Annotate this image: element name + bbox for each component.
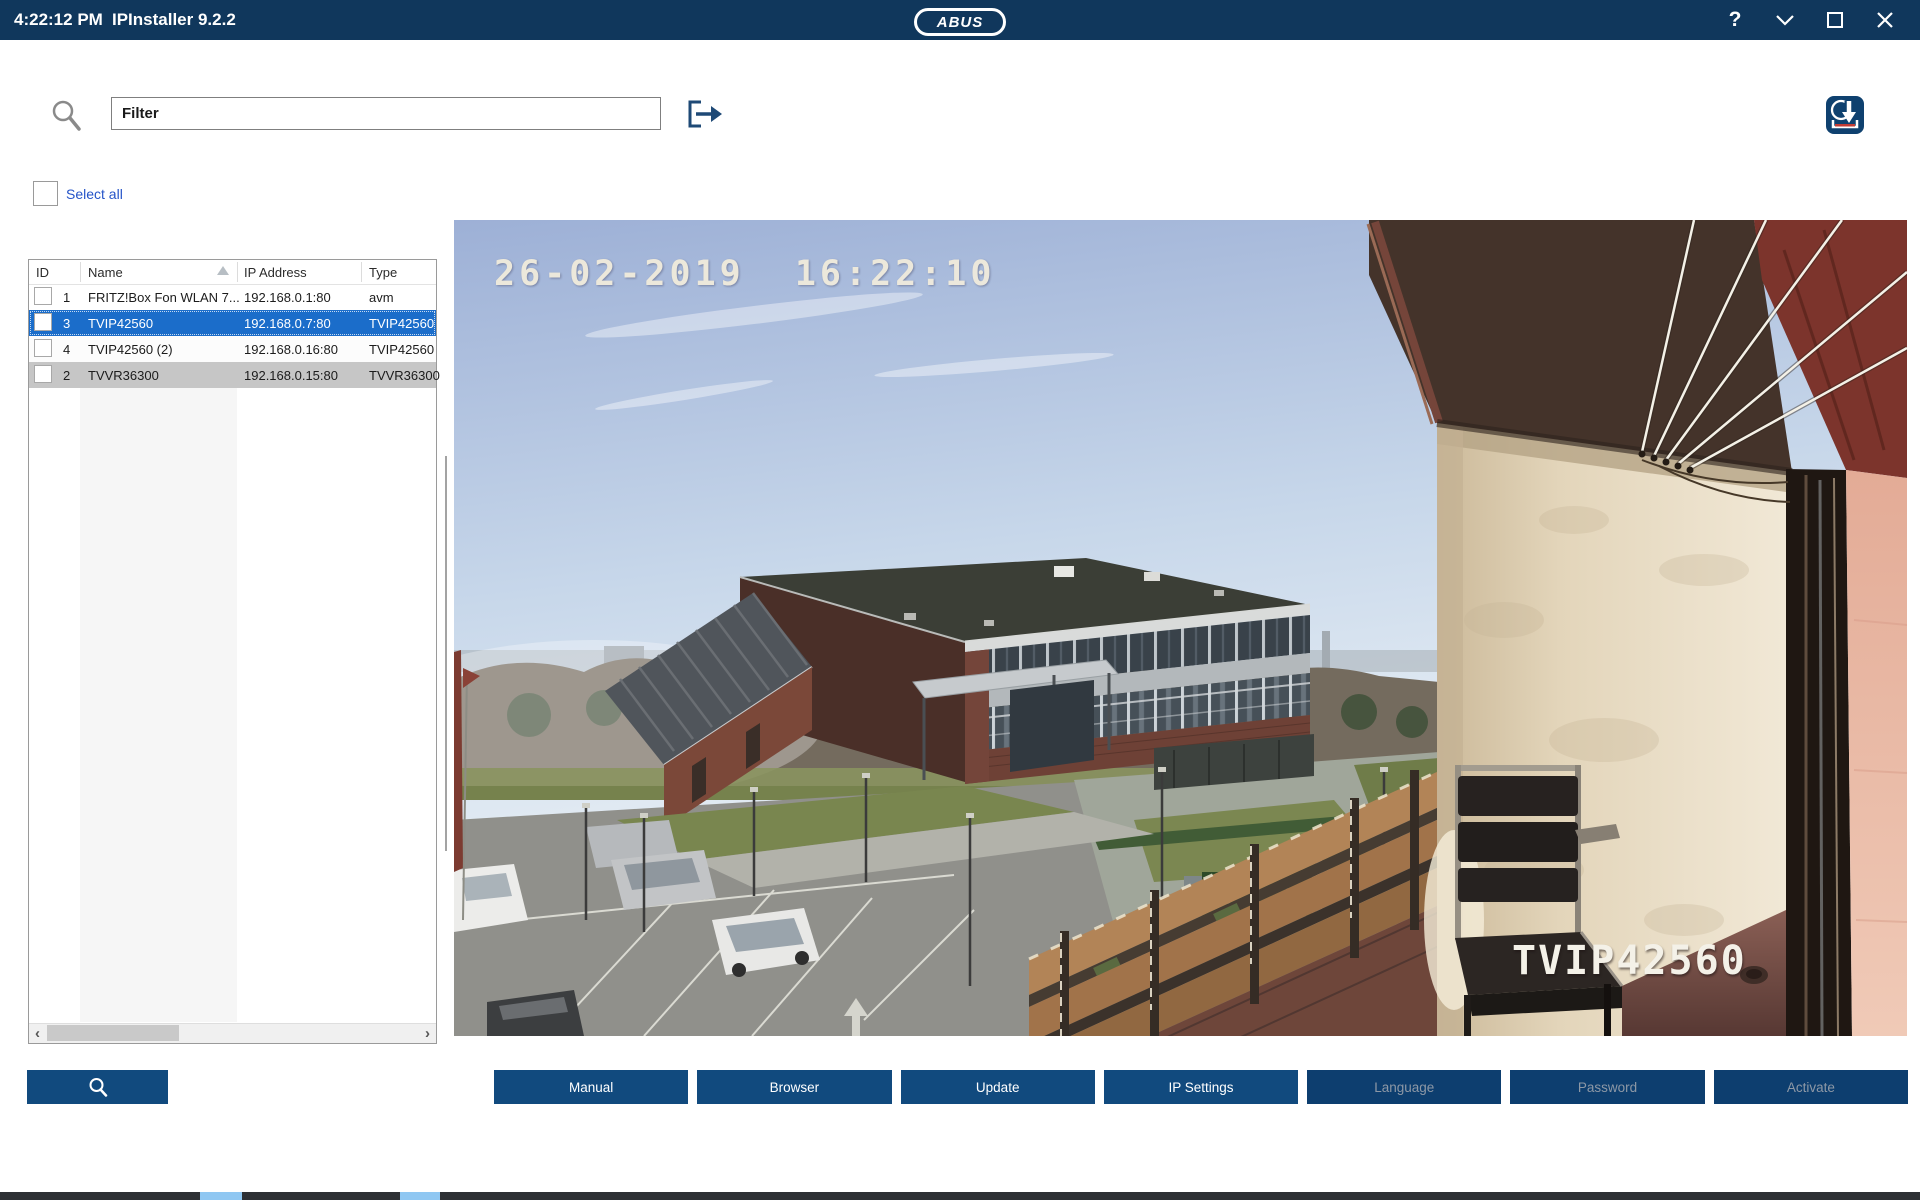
password-button: Password [1510,1070,1704,1104]
row-checkbox[interactable] [34,339,52,357]
activate-button: Activate [1714,1070,1908,1104]
select-all-label: Select all [66,186,123,202]
pane-splitter[interactable] [445,456,447,851]
taskbar-edge [0,1192,1920,1200]
horizontal-scrollbar[interactable]: ‹ › [29,1023,436,1043]
camera-preview: 26-02-2019 16:22:10 TVIP42560 [454,220,1907,1036]
table-row[interactable]: 2 TVVR36300 192.168.0.15:80 TVVR36300 [29,362,436,388]
minimize-button[interactable] [1760,0,1810,40]
action-button-row: Manual Browser Update IP Settings Langua… [494,1070,1908,1104]
maximize-button[interactable] [1810,0,1860,40]
select-all: Select all [33,181,123,206]
osd-camera-name: TVIP42560 [1512,938,1747,984]
language-button: Language [1307,1070,1501,1104]
download-icon [1826,96,1864,134]
taskbar-highlight [400,1192,440,1200]
column-header-ip[interactable]: IP Address [244,260,307,284]
table-row[interactable]: 4 TVIP42560 (2) 192.168.0.16:80 TVIP4256… [29,336,436,362]
scrollbar-thumb[interactable] [47,1025,179,1041]
taskbar-highlight [200,1192,242,1200]
download-button[interactable] [1826,96,1864,134]
table-row[interactable]: 1 FRITZ!Box Fon WLAN 7... 192.168.0.1:80… [29,284,436,310]
row-checkbox[interactable] [34,365,52,383]
scroll-right-arrow[interactable]: › [419,1024,436,1042]
column-header-type[interactable]: Type [369,260,397,284]
close-icon [1876,11,1894,29]
column-header-name[interactable]: Name [88,260,123,284]
select-all-checkbox[interactable] [33,181,58,206]
table-row-selected[interactable]: 3 TVIP42560 192.168.0.7:80 TVIP42560 [29,310,436,336]
search-icon [88,1077,108,1097]
help-button[interactable]: ? [1710,0,1760,40]
titlebar: 4:22:12 PM IPInstaller 9.2.2 ABUS ? [0,0,1920,40]
column-header-id[interactable]: ID [36,260,49,284]
row-checkbox[interactable] [34,313,52,331]
update-button[interactable]: Update [901,1070,1095,1104]
ip-settings-button[interactable]: IP Settings [1104,1070,1298,1104]
close-button[interactable] [1860,0,1910,40]
export-icon [686,99,724,129]
export-button[interactable] [686,99,724,129]
search-devices-button[interactable] [27,1070,168,1104]
maximize-icon [1826,11,1844,29]
manual-button[interactable]: Manual [494,1070,688,1104]
clock: 4:22:12 PM [14,10,103,30]
browser-button[interactable]: Browser [697,1070,891,1104]
sorted-column-band [80,388,237,1022]
camera-scene [454,220,1907,1036]
sort-ascending-icon [217,266,229,275]
abus-logo-text: ABUS [937,14,984,31]
osd-timestamp: 26-02-2019 16:22:10 [494,254,995,294]
chevron-down-icon [1775,14,1795,26]
abus-logo: ABUS [914,8,1006,36]
app-title: IPInstaller 9.2.2 [112,10,236,30]
device-table: ID Name IP Address Type 1 FRITZ!Box Fon … [28,259,437,1044]
row-checkbox[interactable] [34,287,52,305]
search-icon [50,98,84,134]
filter-input[interactable] [111,97,661,130]
scroll-left-arrow[interactable]: ‹ [29,1024,46,1042]
window-controls: ? [1710,0,1910,40]
table-header: ID Name IP Address Type [29,260,436,285]
